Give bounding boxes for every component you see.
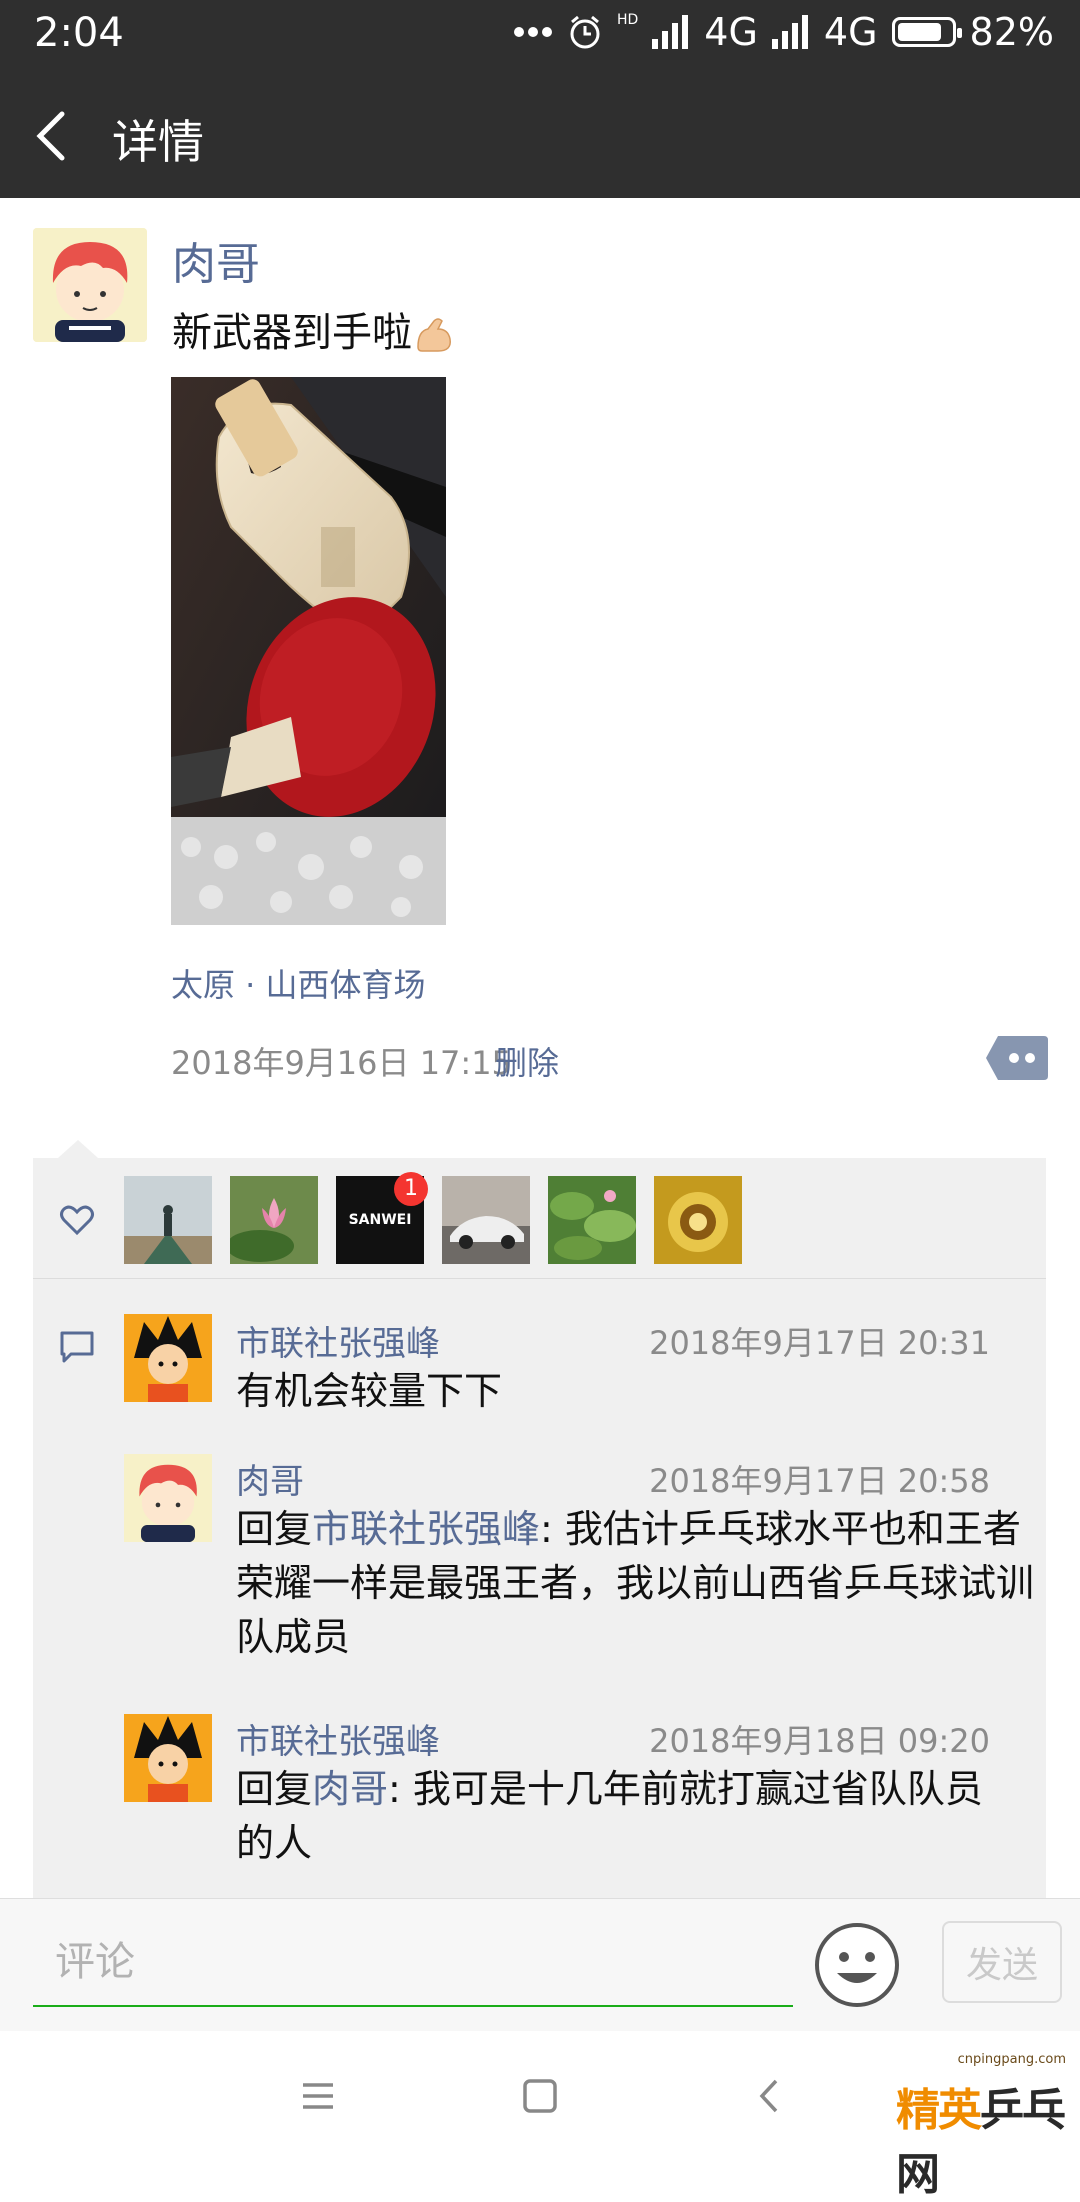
table-tennis-paddle-photo	[171, 377, 446, 925]
comment-author[interactable]: 市联社张强峰	[236, 1316, 440, 1365]
liker-avatar[interactable]	[230, 1176, 318, 1264]
header-bar: 详情	[0, 70, 1080, 198]
unread-badge: 1	[394, 1172, 428, 1206]
likes-row: SANWEI 1	[33, 1158, 1046, 1279]
liker-avatar[interactable]	[654, 1176, 742, 1264]
liker-avatar-sanwei[interactable]: SANWEI 1	[336, 1172, 428, 1264]
cartoon-boy-avatar-icon	[124, 1454, 212, 1542]
status-bar: 2:04 HD 4G 4G 82%	[0, 0, 1080, 70]
interaction-panel: SANWEI 1 市联社张强峰 2018年9月17日 20:31 有机会较量下下…	[33, 1158, 1046, 1898]
more-actions-icon	[986, 1036, 1048, 1080]
comment-body: 有机会较量下下	[236, 1364, 1036, 1418]
back-arrow-icon	[36, 111, 65, 161]
liker-avatar[interactable]	[548, 1176, 636, 1264]
post-text-content: 新武器到手啦	[172, 310, 412, 356]
back-button[interactable]	[30, 100, 90, 170]
back-nav-button[interactable]	[740, 2071, 800, 2121]
more-dots-icon	[513, 27, 552, 37]
clock: 2:04	[34, 10, 124, 56]
network-type-1: 4G	[704, 10, 758, 54]
status-icons: HD 4G 4G 82%	[513, 10, 1054, 54]
watermark-site: cnpingpang.com	[957, 2052, 1066, 2067]
menu-nav-button[interactable]	[288, 2071, 348, 2121]
smiley-icon	[815, 1923, 899, 2007]
gold-ornament-avatar	[654, 1176, 742, 1264]
battery-icon	[891, 17, 962, 47]
delete-post-link[interactable]: 删除	[495, 1038, 559, 1084]
comment-body: 回复市联社张强峰: 我估计乒乓球水平也和王者荣耀一样是最强王者，我以前山西省乒乓…	[236, 1502, 1036, 1664]
goku-avatar-icon	[124, 1314, 212, 1402]
home-nav-button[interactable]	[510, 2071, 570, 2121]
comment-like-menu-button[interactable]	[986, 1036, 1048, 1080]
reply-mention[interactable]: 市联社张强峰	[312, 1507, 540, 1551]
cartoon-boy-avatar-icon	[33, 228, 147, 342]
post-text: 新武器到手啦	[172, 300, 456, 358]
comment-body: 回复肉哥: 我可是十几年前就打赢过省队队员的人	[236, 1762, 1016, 1870]
comment-time: 2018年9月17日 20:58	[649, 1462, 990, 1500]
comment-text: 有机会较量下下	[236, 1369, 503, 1413]
back-chevron-icon	[759, 2079, 778, 2113]
commenter-avatar[interactable]	[124, 1714, 212, 1802]
goku-avatar-icon	[124, 1714, 212, 1802]
page-title: 详情	[112, 115, 204, 169]
lotus-leaves-avatar	[548, 1176, 636, 1264]
watermark-brand: 精英乒乓网	[896, 2074, 1080, 2202]
home-square-icon	[523, 2079, 557, 2113]
comment-time: 2018年9月18日 09:20	[649, 1722, 990, 1760]
comment-time: 2018年9月17日 20:31	[649, 1324, 990, 1362]
lotus-avatar	[230, 1176, 318, 1264]
post-author-avatar[interactable]	[33, 228, 147, 342]
site-watermark: cnpingpang.com 精英乒乓网	[890, 2052, 1080, 2200]
reply-prefix: 回复	[236, 1507, 313, 1551]
comment-author[interactable]: 肉哥	[236, 1454, 304, 1503]
signal-icon	[652, 15, 690, 49]
heart-icon	[60, 1205, 94, 1236]
comment-author[interactable]: 市联社张强峰	[236, 1714, 440, 1763]
panel-arrow	[58, 1140, 98, 1158]
comment-item[interactable]: 市联社张强峰 2018年9月17日 20:31 有机会较量下下	[33, 1306, 1046, 1424]
signal-icon-2	[771, 15, 810, 49]
liker-avatar[interactable]	[124, 1176, 212, 1264]
post-timestamp: 2018年9月16日 17:15	[171, 1044, 512, 1082]
commenter-avatar[interactable]	[124, 1454, 212, 1542]
reply-mention[interactable]: 肉哥	[312, 1767, 388, 1811]
comment-input-bar: 发送	[0, 1898, 1080, 2031]
post-author-name[interactable]: 肉哥	[172, 228, 260, 292]
watermark-brand-a: 精英	[896, 2085, 982, 2136]
flexed-biceps-icon	[417, 318, 451, 352]
menu-icon	[303, 2083, 333, 2109]
commenter-avatar[interactable]	[124, 1314, 212, 1402]
hd-label: HD	[616, 12, 639, 28]
comment-input[interactable]	[33, 1919, 793, 2007]
emoji-button[interactable]	[813, 1921, 901, 2009]
system-nav-bar: cnpingpang.com 精英乒乓网	[0, 2031, 1080, 2200]
battery-percent: 82%	[969, 10, 1054, 54]
sports-car-avatar	[442, 1176, 530, 1264]
alarm-icon	[570, 15, 600, 49]
send-button[interactable]: 发送	[942, 1921, 1062, 2003]
comment-item[interactable]: 肉哥 2018年9月17日 20:58 回复市联社张强峰: 我估计乒乓球水平也和…	[33, 1454, 1046, 1684]
sea-person-avatar	[124, 1176, 212, 1264]
liker-avatar[interactable]	[442, 1176, 530, 1264]
comment-item[interactable]: 市联社张强峰 2018年9月18日 09:20 回复肉哥: 我可是十几年前就打赢…	[33, 1714, 1046, 1884]
network-type-2: 4G	[823, 10, 878, 54]
post-photo[interactable]	[171, 377, 446, 925]
post-location[interactable]: 太原 · 山西体育场	[171, 960, 426, 1006]
reply-prefix: 回复	[236, 1767, 313, 1811]
